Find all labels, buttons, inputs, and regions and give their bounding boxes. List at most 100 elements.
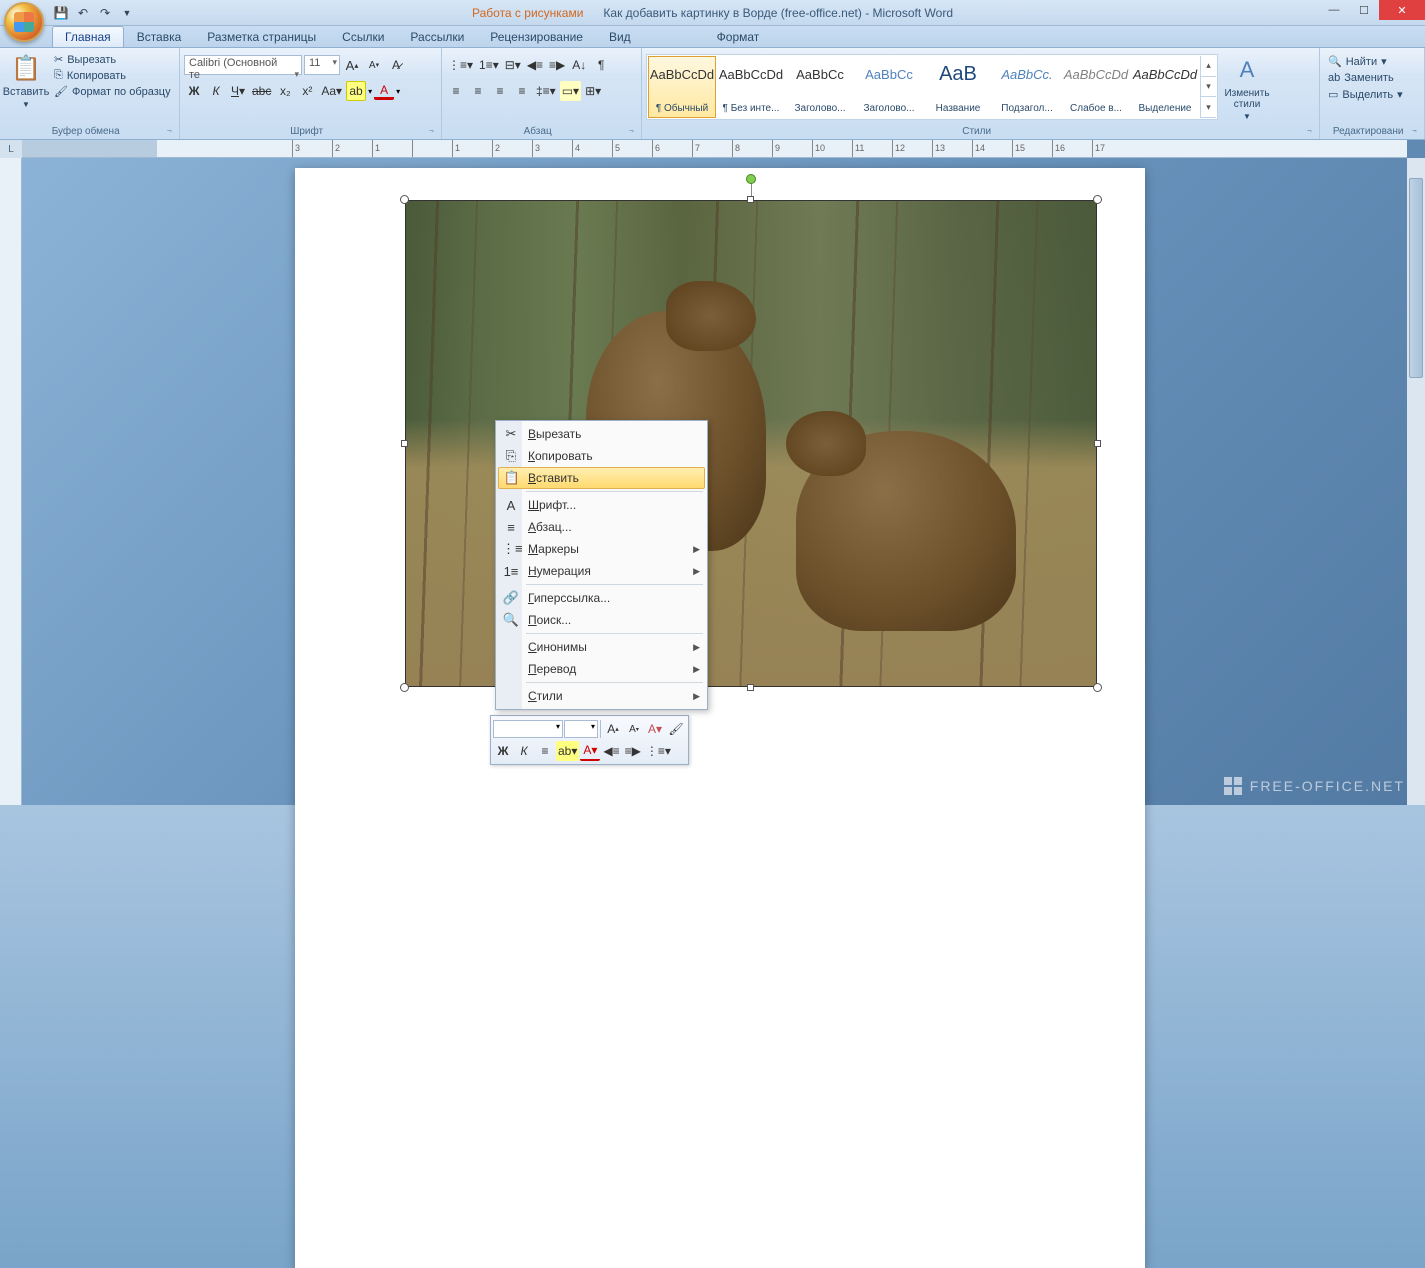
highlight-button[interactable]: ab [346,81,366,101]
style-item-0[interactable]: AaBbCcDd¶ Обычный [648,56,716,118]
mini-grow-font[interactable]: A▴ [603,719,623,739]
style-item-6[interactable]: AaBbCcDdСлабое в... [1062,56,1130,118]
vertical-scrollbar[interactable] [1407,158,1425,805]
resize-handle-nw[interactable] [400,195,409,204]
numbering-button[interactable]: 1≡▾ [477,55,501,75]
style-item-2[interactable]: AaBbCcЗаголово... [786,56,854,118]
borders-button[interactable]: ⊞▾ [583,81,603,101]
resize-handle-s[interactable] [747,684,754,691]
ctx-item-12[interactable]: Синонимы▶ [498,636,705,658]
superscript-button[interactable]: x² [297,81,317,101]
tab-format[interactable]: Формат [704,26,773,47]
document-page[interactable] [295,168,1145,1268]
subscript-button[interactable]: x₂ [275,81,295,101]
tab-review[interactable]: Рецензирование [477,26,596,47]
ctx-item-2[interactable]: 📋Вставить [498,467,705,489]
vertical-ruler[interactable] [0,158,22,805]
resize-handle-se[interactable] [1093,683,1102,692]
rotate-handle[interactable] [746,174,756,184]
tab-insert[interactable]: Вставка [124,26,195,47]
mini-format-painter[interactable]: 🖌 [666,719,686,739]
copy-button[interactable]: ⎘Копировать [50,68,175,83]
font-size-combo[interactable]: 11 [304,55,340,75]
format-painter-button[interactable]: 🖌Формат по образцу [50,84,175,99]
mini-decrease-indent[interactable]: ◀≡ [601,741,621,761]
mini-font-color[interactable]: A▾ [580,741,600,761]
shading-button[interactable]: ▭▾ [560,81,581,101]
ctx-item-9[interactable]: 🔗Гиперссылка... [498,587,705,609]
style-item-5[interactable]: AaBbCc.Подзагол... [993,56,1061,118]
tab-view[interactable]: Вид [596,26,644,47]
mini-highlight[interactable]: ab▾ [556,741,579,761]
ctx-item-15[interactable]: Стили▶ [498,685,705,707]
ctx-item-4[interactable]: AШрифт... [498,494,705,516]
bold-button[interactable]: Ж [184,81,204,101]
resize-handle-e[interactable] [1094,440,1101,447]
mini-styles[interactable]: A▾ [645,719,665,739]
mini-font-combo[interactable] [493,720,563,738]
mini-bold[interactable]: Ж [493,741,513,761]
underline-button[interactable]: Ч▾ [228,81,248,101]
resize-handle-ne[interactable] [1093,195,1102,204]
font-color-button[interactable]: A [374,83,394,100]
italic-button[interactable]: К [206,81,226,101]
multilevel-list-button[interactable]: ⊟▾ [503,55,523,75]
select-button[interactable]: ▭Выделить▾ [1324,87,1407,102]
maximize-button[interactable]: ☐ [1349,0,1379,20]
ctx-item-0[interactable]: ✂Вырезать [498,423,705,445]
replace-button[interactable]: abЗаменить [1324,71,1407,85]
align-right-button[interactable]: ≡ [490,81,510,101]
align-center-button[interactable]: ≡ [468,81,488,101]
sort-button[interactable]: A↓ [569,55,589,75]
ctx-item-5[interactable]: ≡Абзац... [498,516,705,538]
tab-references[interactable]: Ссылки [329,26,397,47]
ctx-item-7[interactable]: 1≡Нумерация▶ [498,560,705,582]
change-case-button[interactable]: Aa▾ [319,81,344,101]
mini-size-combo[interactable] [564,720,598,738]
style-nav-btn[interactable]: ▾ [1201,97,1216,118]
change-styles-button[interactable]: A Изменить стили ▼ [1220,52,1274,123]
style-item-7[interactable]: AaBbCcDdВыделение [1131,56,1199,118]
style-nav-btn[interactable]: ▾ [1201,77,1216,98]
font-name-combo[interactable]: Calibri (Основной те [184,55,302,75]
save-icon[interactable]: 💾 [52,4,70,22]
qat-dropdown-icon[interactable]: ▼ [118,4,136,22]
decrease-indent-button[interactable]: ◀≡ [525,55,545,75]
mini-increase-indent[interactable]: ≡▶ [623,741,643,761]
office-button[interactable] [4,2,44,42]
mini-bullets[interactable]: ⋮≡▾ [644,741,673,761]
justify-button[interactable]: ≡ [512,81,532,101]
grow-font-button[interactable]: A▴ [342,55,362,75]
horizontal-ruler[interactable]: 3211234567891011121314151617 [22,140,1407,158]
ctx-item-6[interactable]: ⋮≡Маркеры▶ [498,538,705,560]
resize-handle-w[interactable] [401,440,408,447]
paste-button[interactable]: 📋 Вставить ▼ [4,50,48,111]
show-marks-button[interactable]: ¶ [591,55,611,75]
mini-center[interactable]: ≡ [535,741,555,761]
strikethrough-button[interactable]: abc [250,81,273,101]
mini-shrink-font[interactable]: A▾ [624,719,644,739]
style-item-1[interactable]: AaBbCcDd¶ Без инте... [717,56,785,118]
ctx-item-10[interactable]: 🔍Поиск... [498,609,705,631]
resize-handle-sw[interactable] [400,683,409,692]
find-button[interactable]: 🔍Найти▾ [1324,54,1407,69]
ctx-item-13[interactable]: Перевод▶ [498,658,705,680]
mini-italic[interactable]: К [514,741,534,761]
line-spacing-button[interactable]: ‡≡▾ [534,81,558,101]
tab-mailings[interactable]: Рассылки [397,26,477,47]
style-item-3[interactable]: AaBbCcЗаголово... [855,56,923,118]
tab-home[interactable]: Главная [52,26,124,47]
style-item-4[interactable]: AaBНазвание [924,56,992,118]
style-nav-btn[interactable]: ▴ [1201,56,1216,77]
increase-indent-button[interactable]: ≡▶ [547,55,567,75]
align-left-button[interactable]: ≡ [446,81,466,101]
tab-page-layout[interactable]: Разметка страницы [194,26,329,47]
redo-icon[interactable]: ↷ [96,4,114,22]
close-button[interactable]: ✕ [1379,0,1425,20]
minimize-button[interactable]: — [1319,0,1349,20]
ctx-item-1[interactable]: ⎘Копировать [498,445,705,467]
clear-formatting-button[interactable]: A̷ [386,55,406,75]
cut-button[interactable]: ✂Вырезать [50,52,175,67]
bullets-button[interactable]: ⋮≡▾ [446,55,475,75]
ruler-corner[interactable]: L [0,140,22,158]
